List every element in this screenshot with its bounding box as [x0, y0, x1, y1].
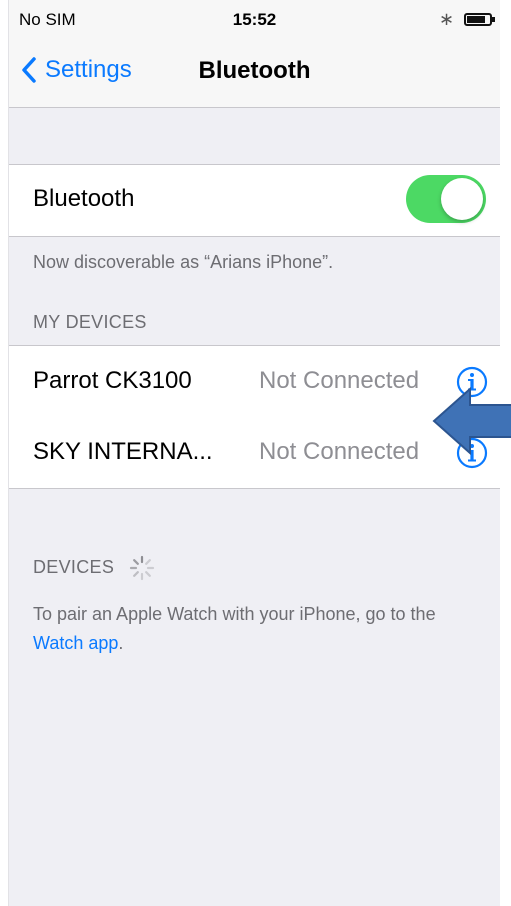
annotation-arrow-icon — [432, 386, 511, 456]
bluetooth-toggle[interactable] — [406, 175, 486, 223]
battery-icon — [464, 13, 495, 26]
devices-header: DEVICES — [33, 556, 115, 577]
my-devices-header: MY DEVICES — [33, 312, 147, 332]
device-row[interactable]: SKY INTERNA... Not Connected — [9, 417, 500, 488]
bluetooth-label: Bluetooth — [33, 185, 135, 212]
device-name: SKY INTERNA... — [33, 438, 213, 465]
my-devices-list: Parrot CK3100 Not Connected SKY INTERNA.… — [9, 345, 500, 489]
discoverable-note: Now discoverable as “Arians iPhone”. — [33, 252, 334, 272]
toggle-knob — [441, 178, 483, 220]
status-bar: No SIM 15:52 ∗ — [9, 0, 500, 40]
device-row[interactable]: Parrot CK3100 Not Connected — [9, 346, 500, 417]
device-name: Parrot CK3100 — [33, 367, 192, 394]
pairing-note-period: . — [118, 633, 124, 653]
device-status: Not Connected — [259, 367, 420, 394]
navigation-bar: Settings Bluetooth — [9, 40, 500, 108]
apple-watch-pairing-note: To pair an Apple Watch with your iPhone,… — [33, 600, 488, 658]
watch-app-link[interactable]: Watch app — [33, 633, 118, 653]
battery-level — [467, 16, 485, 23]
device-status: Not Connected — [259, 438, 420, 465]
page-title: Bluetooth — [198, 57, 311, 84]
loading-spinner-icon — [130, 555, 155, 581]
bluetooth-toggle-group: Bluetooth — [9, 164, 500, 237]
bluetooth-row: Bluetooth — [9, 165, 500, 236]
bluetooth-status-icon: ∗ — [438, 9, 454, 29]
devices-header-row: DEVICES — [33, 555, 155, 581]
settings-screen: No SIM 15:52 ∗ Settings Bluetooth Blueto… — [8, 0, 500, 906]
pairing-note-text: To pair an Apple Watch with your iPhone,… — [33, 604, 436, 624]
clock: 15:52 — [232, 10, 277, 29]
